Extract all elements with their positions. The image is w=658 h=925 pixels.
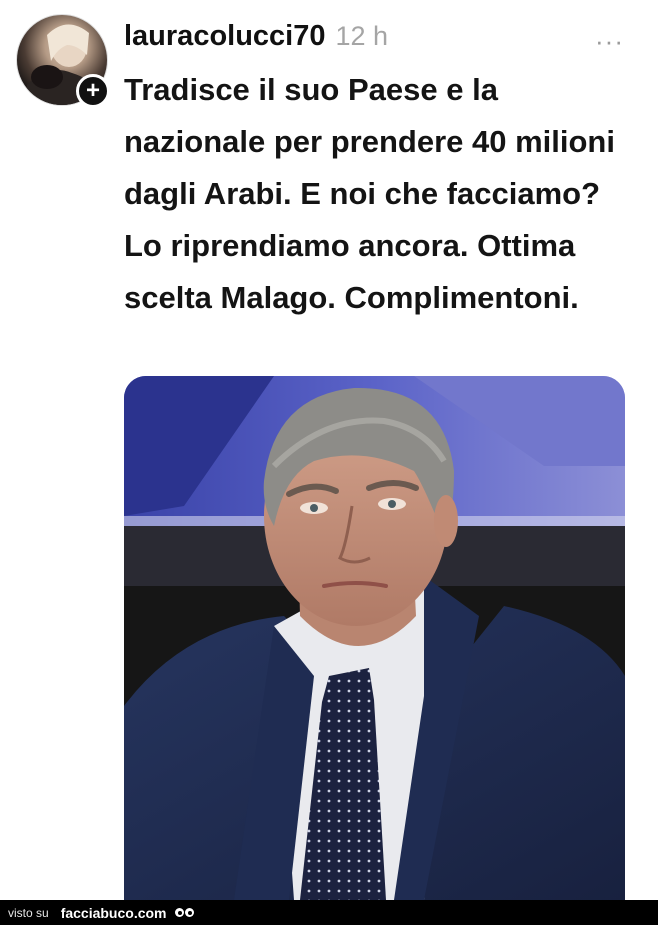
post-header: lauracolucci70 12 h ··· [124, 18, 634, 55]
watermark-bar: visto su facciabuco.com [0, 900, 658, 925]
follow-plus-icon[interactable]: + [76, 74, 110, 108]
seen-on-label: visto su [8, 905, 49, 920]
eyes-logo-icon [174, 908, 194, 917]
post: + lauracolucci70 12 h ··· Tradisce il su… [0, 0, 658, 900]
avatar-wrap[interactable]: + [16, 14, 110, 108]
more-dots-icon[interactable]: ··· [595, 28, 624, 54]
username[interactable]: lauracolucci70 [124, 20, 326, 53]
site-name[interactable]: facciabuco.com [61, 905, 167, 921]
post-image[interactable] [124, 376, 625, 900]
post-text: Tradisce il suo Paese e la nazionale per… [124, 72, 615, 315]
timestamp: 12 h [335, 20, 389, 51]
